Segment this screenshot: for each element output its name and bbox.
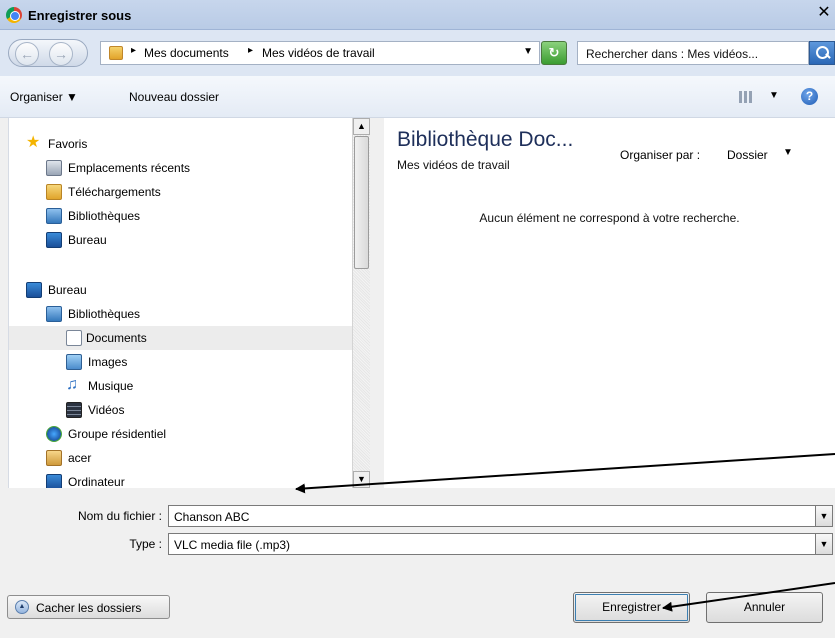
libraries-icon [46,208,62,224]
computer-icon [46,474,62,488]
nav-scrollbar[interactable]: ▲ ▼ [352,118,370,488]
chevron-right-icon[interactable]: ▸ [131,45,136,56]
breadcrumb[interactable]: ▸ Mes documents ▸ Mes vidéos de travail … [100,41,540,65]
recent-places-icon [46,160,62,176]
sidebar-item-label: Téléchargements [68,185,161,199]
sidebar-item-label: Bibliothèques [68,209,141,223]
cancel-button[interactable]: Annuler [706,592,823,623]
filename-label: Nom du fichier : [77,509,162,523]
music-icon: ♫ [66,376,78,393]
homegroup-icon [46,426,62,442]
new-folder-button[interactable]: Nouveau dossier [129,90,219,104]
star-icon: ★ [26,134,41,151]
pane-splitter[interactable] [370,118,384,488]
chevron-up-icon: ▲ [15,600,29,614]
sidebar-item-label: Bureau [48,283,87,297]
downloads-icon [46,184,62,200]
save-form: Nom du fichier : Chanson ABC ▼ Type : VL… [0,488,835,638]
organise-label: Organiser [10,90,63,104]
desktop-icon [26,282,42,298]
sidebar-item-label: Musique [88,379,134,393]
forward-button[interactable]: → [49,42,73,66]
chevron-down-icon[interactable]: ▼ [769,90,779,101]
sidebar-item-label: acer [68,451,92,465]
content-pane: Bibliothèque Doc... Mes vidéos de travai… [384,118,835,488]
library-subtitle: Mes vidéos de travail [397,158,510,172]
sidebar-item-label: Vidéos [88,403,125,417]
hide-folders-label: Cacher les dossiers [36,601,142,615]
libraries-icon [46,306,62,322]
chevron-down-icon[interactable]: ▼ [523,46,533,57]
chevron-right-icon[interactable]: ▸ [248,45,253,56]
images-icon [66,354,82,370]
window-title: Enregistrer sous [28,8,132,23]
toolbar: Organiser ▼ Nouveau dossier ▼ ? [0,76,835,118]
scroll-thumb[interactable] [354,136,369,269]
library-title: Bibliothèque Doc... [397,128,574,151]
breadcrumb-item-mes-documents[interactable]: Mes documents [144,46,229,60]
back-button[interactable]: ← [15,42,39,66]
address-bar: ← → ▸ Mes documents ▸ Mes vidéos de trav… [0,30,835,76]
chevron-down-icon[interactable]: ▼ [783,147,793,158]
navigation-pane: ★ Favoris Emplacements récents Télécharg… [8,118,370,488]
sidebar-item-label: Documents [86,331,147,345]
video-icon [66,402,82,418]
nav-buttons: ← → [8,39,88,67]
chrome-icon [6,7,22,23]
search-icon[interactable] [809,41,835,65]
breadcrumb-item-mes-videos[interactable]: Mes vidéos de travail [262,46,375,60]
scroll-down-icon[interactable]: ▼ [353,471,370,488]
empty-message: Aucun élément ne correspond à votre rech… [479,211,740,225]
close-icon[interactable]: ✕ [815,5,833,23]
desktop-icon [46,232,62,248]
sidebar-item-label: Emplacements récents [68,161,191,175]
sidebar-item-label: Ordinateur [68,475,125,488]
help-icon[interactable]: ? [801,88,818,105]
chevron-down-icon[interactable]: ▼ [815,505,833,527]
hide-folders-button[interactable]: ▲ Cacher les dossiers [7,595,170,619]
sidebar-item-documents[interactable]: Documents [9,326,353,350]
sidebar-item-label: Groupe résidentiel [68,427,167,441]
sidebar-item-label: Images [88,355,128,369]
search-input[interactable]: Rechercher dans : Mes vidéos... [577,41,809,65]
save-button[interactable]: Enregistrer [573,592,690,623]
organise-button[interactable]: Organiser ▼ [10,90,78,104]
sidebar-item-label: Bureau [68,233,107,247]
type-select[interactable]: VLC media file (.mp3) [168,533,816,555]
arrange-by-label: Organiser par : [620,148,701,162]
document-icon [66,330,82,346]
user-folder-icon [46,450,62,466]
arrange-by-value[interactable]: Dossier [727,148,768,162]
folder-icon [109,46,123,60]
title-bar: Enregistrer sous ✕ [0,0,835,30]
refresh-button[interactable]: ↻ [541,41,567,65]
scroll-up-icon[interactable]: ▲ [353,118,370,135]
chevron-down-icon[interactable]: ▼ [815,533,833,555]
type-label: Type : [129,537,162,551]
sidebar-item-label: Favoris [48,137,88,151]
views-icon[interactable] [739,91,753,103]
sidebar-item-label: Bibliothèques [68,307,141,321]
filename-input[interactable]: Chanson ABC [168,505,816,527]
